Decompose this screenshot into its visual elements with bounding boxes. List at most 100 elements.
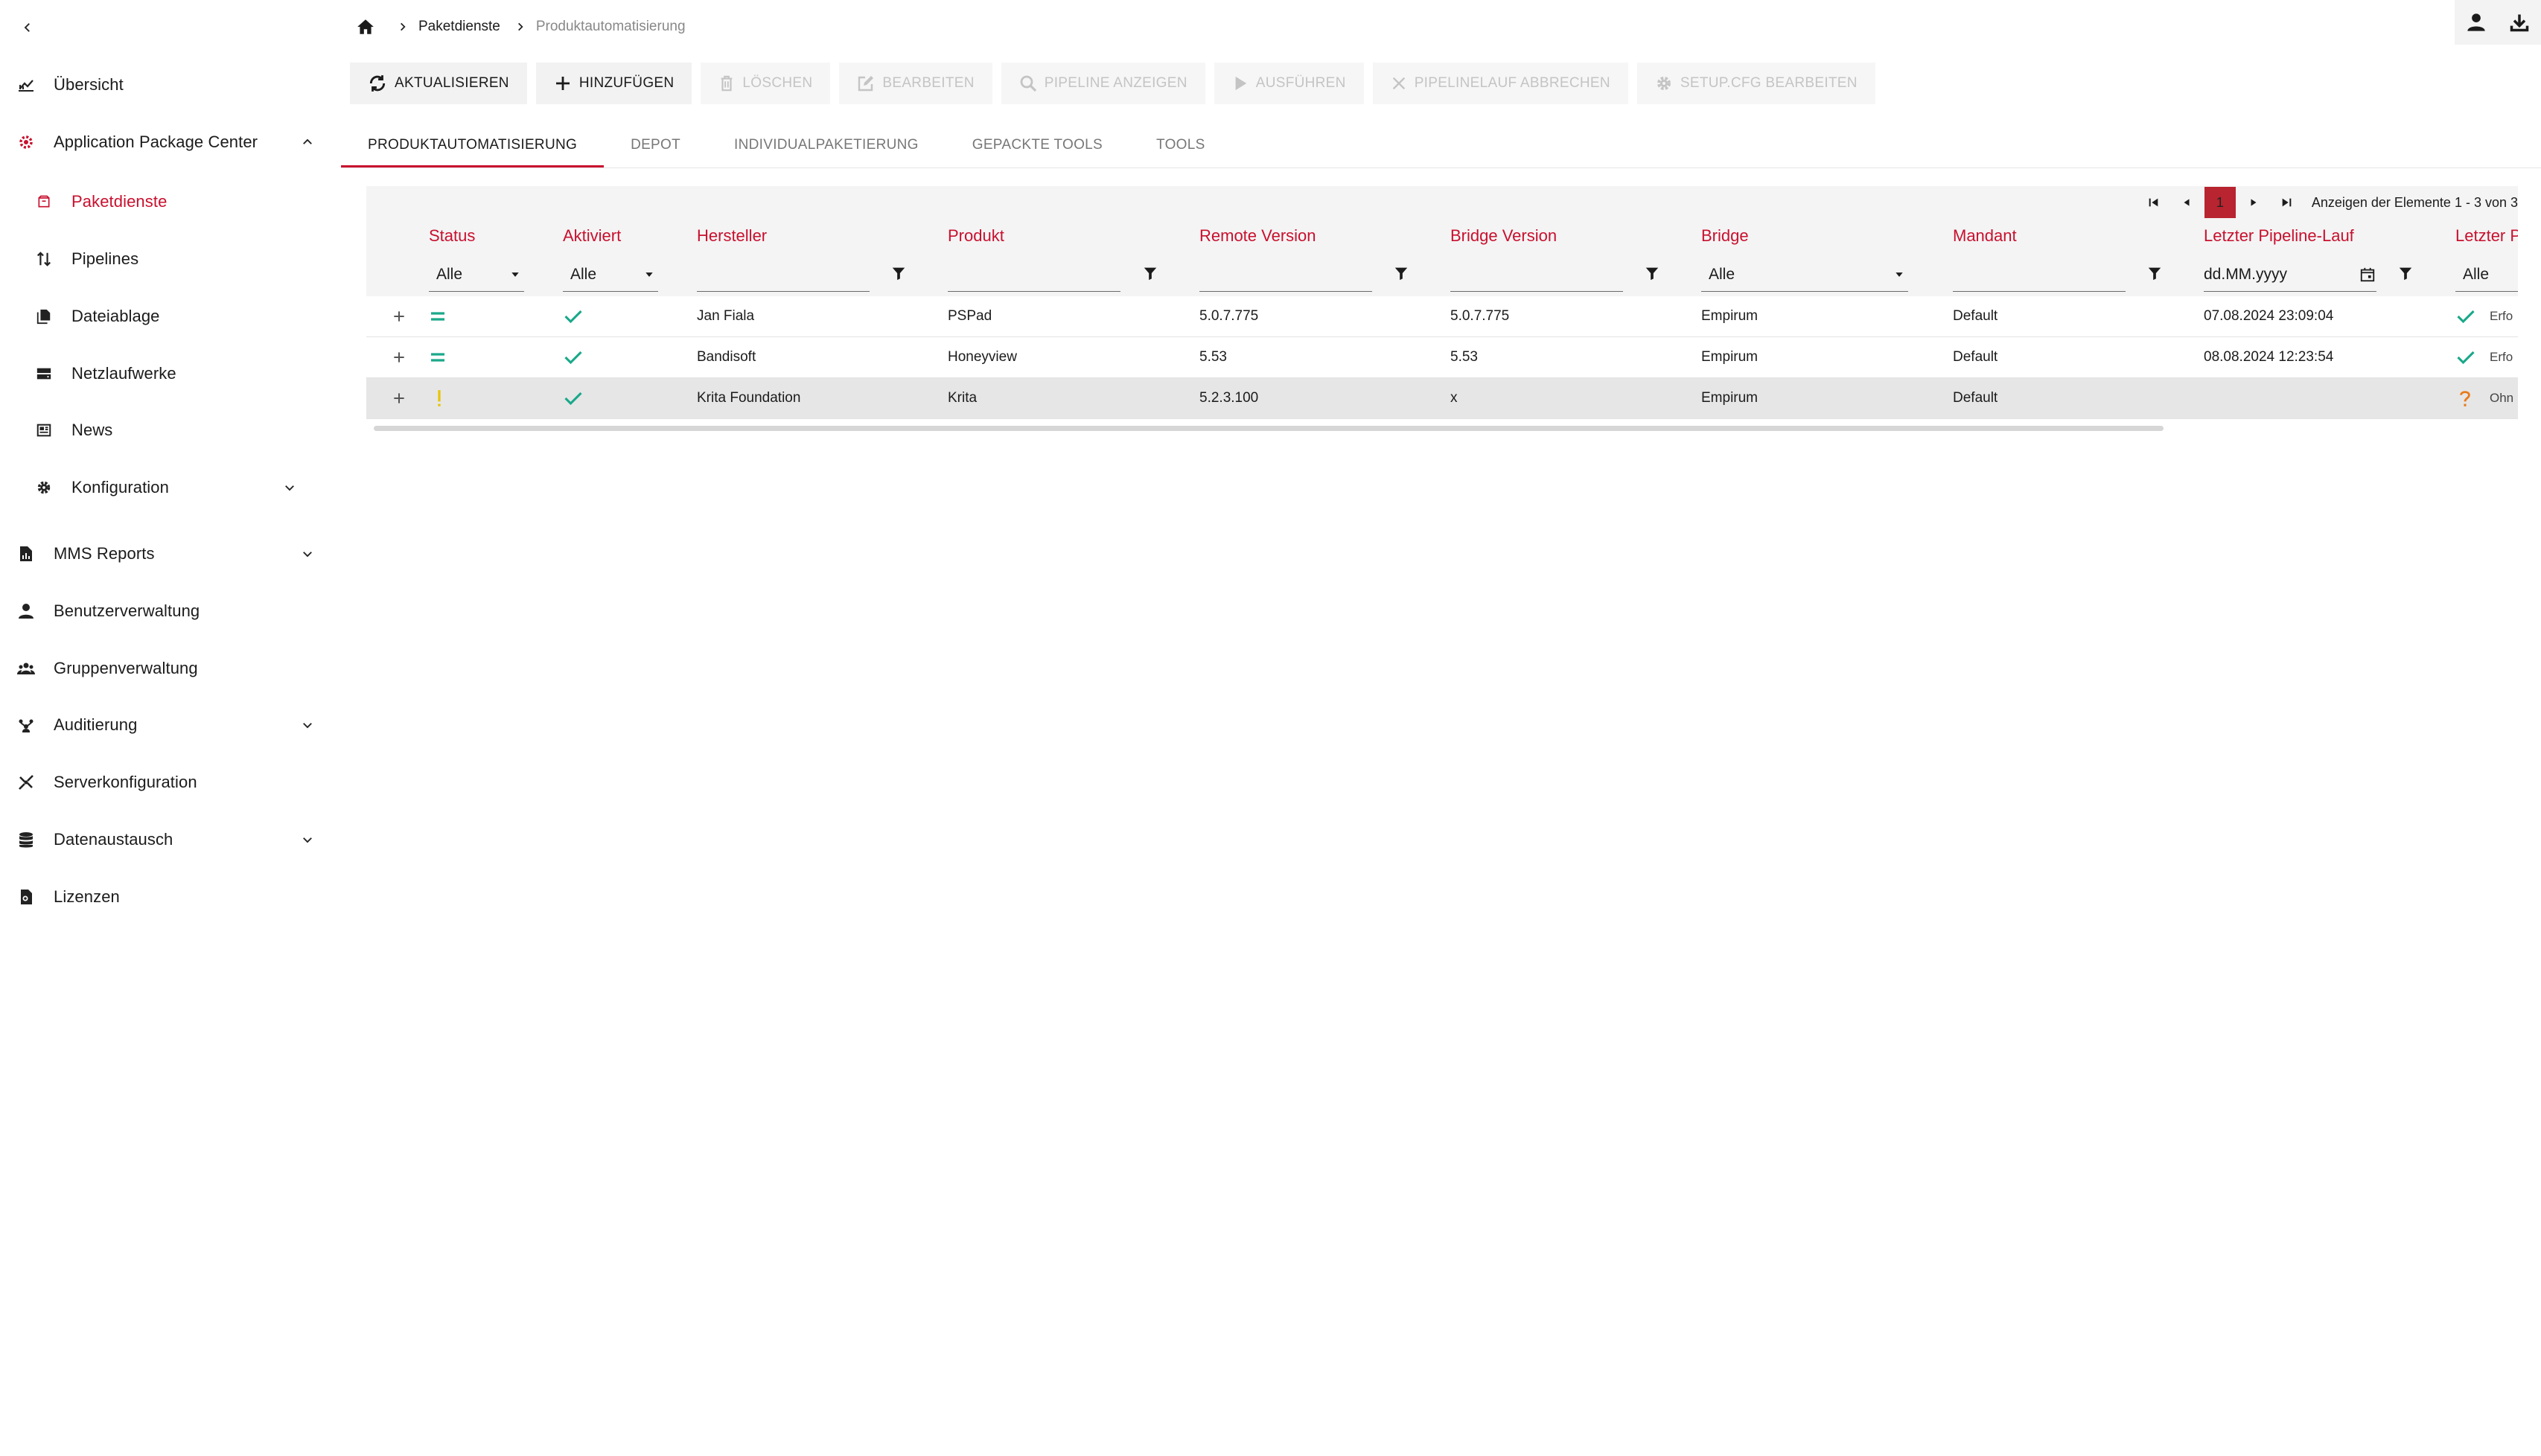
delete-button[interactable]: LÖSCHEN <box>701 63 831 104</box>
expand-row-button[interactable] <box>389 388 409 409</box>
sidebar-item-datenaustausch[interactable]: Datenaustausch <box>0 819 328 860</box>
tab-produktautomatisierung[interactable]: PRODUKTAUTOMATISIERUNG <box>341 122 605 168</box>
user-icon <box>16 601 36 621</box>
table-row[interactable]: Bandisoft Honeyview 5.53 5.53 Empirum De… <box>366 337 2518 378</box>
edit-setup-cfg-button[interactable]: SETUP.CFG BEARBEITEN <box>1636 63 1875 104</box>
cancel-pipeline-run-button[interactable]: PIPELINELAUF ABBRECHEN <box>1372 63 1628 104</box>
cancel-pipeline-run-button-label: PIPELINELAUF ABBRECHEN <box>1414 75 1610 91</box>
chevron-left-icon <box>24 23 30 32</box>
bridge-filter-dropdown[interactable]: Alle <box>1701 258 1908 292</box>
filter-icon[interactable] <box>1644 265 1660 287</box>
first-page-icon <box>2149 198 2158 207</box>
download-button[interactable] <box>2498 0 2541 45</box>
cell-hersteller: Krita Foundation <box>697 390 801 406</box>
add-button-label: HINZUFÜGEN <box>578 75 675 91</box>
sidebar-item-pipelines[interactable]: Pipelines <box>0 238 328 280</box>
audit-icon <box>16 715 36 735</box>
edit-setup-cfg-button-label: SETUP.CFG BEARBEITEN <box>1680 75 1858 91</box>
sidebar-item-auditierung[interactable]: Auditierung <box>0 704 328 746</box>
sidebar-item-gruppenverwaltung[interactable]: Gruppenverwaltung <box>0 648 328 689</box>
produkt-filter-input[interactable] <box>948 258 1120 292</box>
collapse-sidebar-button[interactable] <box>16 16 39 39</box>
filter-icon[interactable] <box>1393 265 1409 287</box>
user-account-button[interactable] <box>2455 0 2498 45</box>
edit-button[interactable]: BEARBEITEN <box>839 63 992 104</box>
letzter-status-filter-dropdown[interactable]: Alle <box>2455 258 2518 292</box>
show-pipeline-button[interactable]: PIPELINE ANZEIGEN <box>1001 63 1205 104</box>
letzter-pipeline-lauf-date-input[interactable]: dd.MM.yyyy <box>2204 258 2376 292</box>
sidebar-item-lizenzen[interactable]: Lizenzen <box>0 876 328 918</box>
tab-depot[interactable]: DEPOT <box>604 122 707 168</box>
cell-mandant: Default <box>1953 349 1998 365</box>
cell-remote-version: 5.2.3.100 <box>1199 390 1259 406</box>
pager-info: Anzeigen der Elemente 1 - 3 von 3 <box>2311 194 2518 210</box>
page-number-button[interactable]: 1 <box>2204 187 2236 218</box>
sidebar-item-serverkonfiguration[interactable]: Serverkonfiguration <box>0 761 328 803</box>
column-header-mandant[interactable]: Mandant <box>1953 226 2017 246</box>
status-filter-dropdown[interactable]: Alle <box>429 258 524 292</box>
sidebar-item-news[interactable]: News <box>0 409 328 451</box>
column-header-bridge-version[interactable]: Bridge Version <box>1450 226 1557 246</box>
package-gear-icon <box>16 132 36 152</box>
sidebar-item-label: Paketdienste <box>71 192 168 211</box>
newspaper-icon <box>34 421 54 440</box>
filter-icon[interactable] <box>1142 265 1158 287</box>
column-header-letzter-pipeline-lauf[interactable]: Letzter Pipeline-Lauf <box>2204 226 2354 246</box>
mandant-filter-input[interactable] <box>1953 258 2126 292</box>
column-header-hersteller[interactable]: Hersteller <box>697 226 767 246</box>
filter-icon[interactable] <box>2397 265 2414 287</box>
breadcrumb-item-paketdienste[interactable]: Paketdienste <box>418 19 500 35</box>
pipeline-icon <box>34 249 54 269</box>
column-header-letzter-status[interactable]: Letzter P <box>2455 226 2518 246</box>
cell-produkt: Krita <box>948 390 978 406</box>
bridge-filter-value: Alle <box>1709 265 1735 283</box>
column-header-produkt[interactable]: Produkt <box>948 226 1004 246</box>
column-header-bridge[interactable]: Bridge <box>1701 226 1749 246</box>
sidebar-item-label: Lizenzen <box>54 887 120 906</box>
next-page-button[interactable] <box>2239 188 2269 217</box>
sidebar-item-konfiguration[interactable]: Konfiguration <box>0 467 328 508</box>
run-button[interactable]: AUSFÜHREN <box>1214 63 1364 104</box>
toolbar: AKTUALISIEREN HINZUFÜGEN LÖSCHEN BEARBEI… <box>350 63 1875 104</box>
sidebar-item-application-package-center[interactable]: Application Package Center <box>0 121 328 163</box>
refresh-button[interactable]: AKTUALISIEREN <box>350 63 527 104</box>
add-button[interactable]: HINZUFÜGEN <box>535 63 692 104</box>
checkmark-icon <box>563 378 584 418</box>
sidebar-item-dateiablage[interactable]: Dateiablage <box>0 296 328 337</box>
tab-divider <box>341 167 2541 168</box>
filter-icon[interactable] <box>890 265 907 287</box>
sidebar-item-label: Gruppenverwaltung <box>54 659 198 677</box>
expand-row-button[interactable] <box>389 347 409 368</box>
hersteller-filter-input[interactable] <box>697 258 870 292</box>
table-row[interactable]: Krita Foundation Krita 5.2.3.100 x Empir… <box>366 378 2518 419</box>
filter-icon[interactable] <box>2146 265 2163 287</box>
sidebar-item-mms-reports[interactable]: MMS Reports <box>0 533 328 575</box>
tab-individualpaketierung[interactable]: INDIVIDUALPAKETIERUNG <box>707 122 946 168</box>
search-icon <box>1020 75 1036 92</box>
column-header-status[interactable]: Status <box>429 226 475 246</box>
bridge-version-filter-input[interactable] <box>1450 258 1623 292</box>
last-page-button[interactable] <box>2271 188 2301 217</box>
home-icon[interactable] <box>356 17 375 36</box>
sidebar-item-netzlaufwerke[interactable]: Netzlaufwerke <box>0 353 328 395</box>
column-header-aktiviert[interactable]: Aktiviert <box>563 226 621 246</box>
expand-row-button[interactable] <box>389 306 409 327</box>
sidebar-item-label: Auditierung <box>54 715 138 734</box>
cell-remote-version: 5.0.7.775 <box>1199 308 1259 324</box>
table-row[interactable]: Jan Fiala PSPad 5.0.7.775 5.0.7.775 Empi… <box>366 296 2518 337</box>
plus-icon <box>394 393 404 403</box>
cell-letzter-status: Erfo <box>2490 309 2513 323</box>
first-page-button[interactable] <box>2139 188 2169 217</box>
sidebar-item-uebersicht[interactable]: Übersicht <box>0 64 328 106</box>
tab-tools[interactable]: TOOLS <box>1129 122 1232 168</box>
cell-mandant: Default <box>1953 390 1998 406</box>
tab-gepackte-tools[interactable]: GEPACKTE TOOLS <box>946 122 1129 168</box>
sidebar-item-paketdienste[interactable]: Paketdienste <box>0 181 328 223</box>
previous-page-button[interactable] <box>2172 188 2202 217</box>
aktiviert-filter-dropdown[interactable]: Alle <box>563 258 658 292</box>
horizontal-scrollbar[interactable] <box>374 426 2164 431</box>
calendar-icon[interactable] <box>2359 266 2376 284</box>
sidebar-item-benutzerverwaltung[interactable]: Benutzerverwaltung <box>0 590 328 632</box>
remote-version-filter-input[interactable] <box>1199 258 1372 292</box>
column-header-remote-version[interactable]: Remote Version <box>1199 226 1316 246</box>
